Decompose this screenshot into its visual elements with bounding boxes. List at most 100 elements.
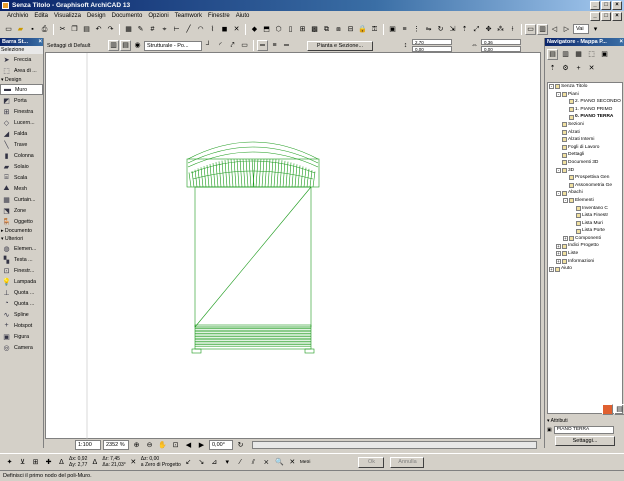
zone-icon[interactable]: ▩ [309, 24, 320, 35]
menu-opzioni[interactable]: Opzioni [145, 11, 171, 21]
group-icon[interactable]: ⧉ [321, 24, 332, 35]
nav-up-icon[interactable]: ⇡ [547, 63, 558, 74]
layout-book-icon[interactable]: ▦ [573, 49, 584, 60]
floor-plan-canvas[interactable] [45, 52, 541, 440]
doc-minimize-button[interactable]: _ [590, 12, 600, 21]
close-icon[interactable]: × [38, 38, 42, 46]
tree-node[interactable]: + Indici Progetto [548, 242, 622, 250]
rotate-view-icon[interactable]: ↻ [235, 440, 246, 451]
tree-node[interactable]: Documenti 3D [548, 159, 622, 167]
wall-geometry-icon[interactable]: ┘ [203, 40, 214, 51]
tool-object[interactable]: 🪑 Oggetto [0, 216, 43, 227]
menu-aiuto[interactable]: Aiuto [233, 11, 253, 21]
project-map-icon[interactable]: ▤ [547, 49, 558, 60]
tool-zone[interactable]: ⬔ Zone [0, 205, 43, 216]
polyline-icon[interactable]: ⌇ [207, 24, 218, 35]
ref-line-right-icon[interactable]: ═ [281, 40, 292, 51]
magnify-icon[interactable]: 🔍 [274, 457, 285, 468]
tool-wall[interactable]: ▬ Muro [0, 84, 43, 95]
pen-icon[interactable]: ✎ [135, 24, 146, 35]
mouse-constraint-icon[interactable]: ↙ [183, 457, 194, 468]
wall-type-icon[interactable]: ▤ [120, 40, 131, 51]
fill-icon[interactable]: ◼ [219, 24, 230, 35]
tree-node[interactable]: Lista Muri [548, 220, 622, 228]
tree-delete-icon[interactable] [602, 404, 613, 415]
tool-arrow[interactable]: ➤ Freccia [0, 54, 43, 65]
tree-node[interactable]: - Elementi [548, 197, 622, 205]
tool-beam[interactable]: ╲ Trave [0, 139, 43, 150]
save-icon[interactable]: ▪ [27, 24, 38, 35]
tree-node[interactable]: Alzati [548, 129, 622, 137]
layout-toggle-icon[interactable]: ▥ [537, 23, 548, 35]
close-icon[interactable]: × [619, 38, 623, 46]
expand-toggle-icon[interactable]: + [556, 258, 561, 264]
wall-arc-icon[interactable]: ◜ [215, 40, 226, 51]
collapse-toggle-icon[interactable]: - [549, 84, 554, 90]
scale-field[interactable]: 1:100 [75, 440, 101, 450]
special-snap-icon[interactable]: ⊿ [209, 457, 220, 468]
height-field[interactable]: 2,70 [412, 39, 452, 45]
tree-node[interactable]: - Senza Titolo [548, 83, 622, 91]
zoom-out-icon[interactable]: ⊖ [144, 440, 155, 451]
tool-radial-dim[interactable]: ◔ Quota ... [0, 298, 43, 309]
menu-visualizza[interactable]: Visualizza [51, 11, 84, 21]
tree-node[interactable]: Assonometria Ge [548, 182, 622, 190]
ref-line-left-icon[interactable]: ═ [257, 40, 268, 51]
tool-door[interactable]: ◩ Porta [0, 95, 43, 106]
publisher-icon[interactable]: ⬚ [586, 49, 597, 60]
cursor-snap-icon[interactable]: ↘ [196, 457, 207, 468]
wall-rect-icon[interactable]: ▭ [239, 40, 250, 51]
tool-slab[interactable]: ▰ Solaio [0, 161, 43, 172]
elevate-icon[interactable]: ⇡ [459, 24, 470, 35]
collapse-toggle-icon[interactable]: - [556, 190, 561, 196]
tree-node[interactable]: 0. PIANO TERRA [548, 113, 622, 121]
tool-lamp[interactable]: 💡 Lampada [0, 276, 43, 287]
copy-icon[interactable]: ❐ [69, 24, 80, 35]
door-icon[interactable]: ▯ [285, 24, 296, 35]
maximize-button[interactable]: □ [601, 1, 611, 10]
ok-button[interactable]: Ok [358, 456, 385, 468]
tree-node[interactable]: - Abachi [548, 189, 622, 197]
layer-icon[interactable]: ▦ [123, 24, 134, 35]
zoom-next-icon[interactable]: ▶ [196, 440, 207, 451]
tool-hotspot[interactable]: + Hotspot [0, 320, 43, 331]
tool-skylight[interactable]: ◇ Lucern... [0, 117, 43, 128]
print-icon[interactable]: ⎙ [39, 24, 50, 35]
tree-node[interactable]: Alzati Interni [548, 136, 622, 144]
cut-icon[interactable]: ✂ [57, 24, 68, 35]
collapse-toggle-icon[interactable]: - [556, 167, 561, 173]
multiply-icon[interactable]: ⁂ [495, 24, 506, 35]
document-section[interactable]: ▸ Documento [0, 227, 43, 235]
tree-node[interactable]: Inventano C [548, 205, 622, 213]
gravity-icon[interactable]: ⊻ [17, 457, 28, 468]
expand-toggle-icon[interactable]: + [549, 266, 554, 272]
menu-archivio[interactable]: Archivio [4, 11, 31, 21]
hotspot-icon[interactable]: ✕ [231, 24, 242, 35]
settings-button[interactable]: Settaggi... [555, 436, 615, 446]
lock-icon[interactable]: 🔒 [357, 24, 368, 35]
tree-node[interactable]: Fogli di Lavoro [548, 144, 622, 152]
snap-icon[interactable]: ⌖ [159, 24, 170, 35]
tree-node[interactable]: Sezioni [548, 121, 622, 129]
drag-icon[interactable]: ✥ [483, 24, 494, 35]
menu-edita[interactable]: Edita [31, 11, 51, 21]
tree-node[interactable]: - Piani [548, 91, 622, 99]
unlock-icon[interactable]: ⚿ [369, 24, 380, 35]
tree-node[interactable]: + Liste [548, 250, 622, 258]
tree-node[interactable]: + Componenti [548, 235, 622, 243]
window-icon[interactable]: ⊞ [297, 24, 308, 35]
stamp-icon[interactable]: ⬒ [261, 24, 272, 35]
split-icon[interactable]: ⟊ [507, 24, 518, 35]
tree-node[interactable]: - 3D [548, 167, 622, 175]
tool-figure[interactable]: ▣ Figura [0, 331, 43, 342]
thickness-field[interactable]: 0,36 [481, 39, 521, 45]
tool-column[interactable]: ▮ Colonna [0, 150, 43, 161]
rotate-icon[interactable]: ↻ [435, 24, 446, 35]
grid-icon[interactable]: # [147, 24, 158, 35]
tree-node[interactable]: 1. PIANO PRIMO [548, 106, 622, 114]
undo-icon[interactable]: ↶ [93, 24, 104, 35]
arc-icon[interactable]: ◠ [195, 24, 206, 35]
view-map-icon[interactable]: ▥ [560, 49, 571, 60]
design-section[interactable]: ▾ Design [0, 76, 43, 84]
zoom-in-icon[interactable]: ⊕ [131, 440, 142, 451]
